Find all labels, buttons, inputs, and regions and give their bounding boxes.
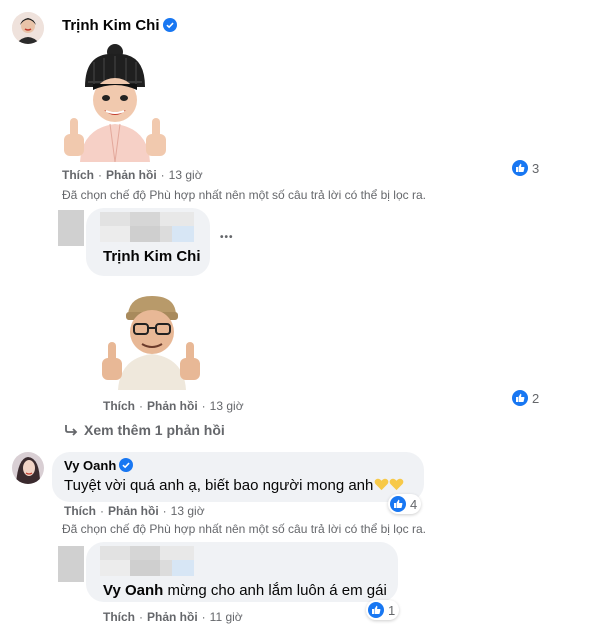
reply-button[interactable]: Phản hồi (147, 399, 198, 413)
blurred-name (100, 546, 194, 576)
like-button[interactable]: Thích (103, 399, 135, 413)
reaction-count[interactable]: 3 (512, 160, 539, 176)
filter-note: Đã chọn chế độ Phù hợp nhất nên một số c… (62, 188, 426, 202)
reply-button[interactable]: Phản hồi (106, 168, 157, 182)
reaction-count[interactable]: 2 (512, 390, 539, 406)
timestamp[interactable]: 11 giờ (210, 610, 243, 624)
like-button[interactable]: Thích (103, 610, 135, 624)
like-button[interactable]: Thích (64, 504, 96, 518)
reply-button[interactable]: Phản hồi (108, 504, 159, 518)
filter-note: Đã chọn chế độ Phù hợp nhất nên một số c… (62, 522, 426, 536)
timestamp[interactable]: 13 giờ (169, 168, 203, 182)
mention-link[interactable]: Vy Oanh (103, 582, 163, 599)
reply-author[interactable]: Trịnh Kim Chi (103, 248, 201, 265)
sticker-image (100, 292, 200, 390)
blurred-name (100, 212, 194, 242)
like-reaction-icon (390, 496, 406, 512)
blurred-avatar (58, 546, 84, 582)
yellow-heart-icon (389, 478, 404, 491)
reaction-count[interactable]: 4 (388, 494, 422, 514)
like-reaction-icon (512, 160, 528, 176)
reply-actions: Thích · Phản hồi · 13 giờ (103, 399, 244, 413)
comment-actions: Thích · Phản hồi · 13 giờ (64, 504, 205, 518)
reply-arrow-icon (65, 425, 78, 436)
comment-author[interactable]: Trịnh Kim Chi (62, 17, 177, 34)
timestamp[interactable]: 13 giờ (210, 399, 244, 413)
timestamp[interactable]: 13 giờ (171, 504, 205, 518)
verified-icon (119, 458, 134, 472)
comment-author[interactable]: Vy Oanh (64, 458, 134, 473)
comment-actions: Thích · Phản hồi · 13 giờ (62, 168, 203, 182)
avatar[interactable] (12, 12, 44, 44)
reply-text: Vy Oanh mừng cho anh lắm luôn á em gái (103, 582, 387, 599)
like-reaction-icon (368, 602, 384, 618)
more-options-icon[interactable]: ••• (220, 232, 234, 243)
sticker-image (60, 42, 170, 163)
verified-icon (162, 18, 177, 32)
reply-button[interactable]: Phản hồi (147, 610, 198, 624)
yellow-heart-icon (374, 478, 389, 491)
see-more-replies-link[interactable]: Xem thêm 1 phản hồi (64, 422, 225, 438)
like-button[interactable]: Thích (62, 168, 94, 182)
reply-actions: Thích · Phản hồi · 11 giờ (103, 610, 243, 624)
like-reaction-icon (512, 390, 528, 406)
reaction-count[interactable]: 1 (366, 600, 400, 620)
blurred-avatar (58, 210, 84, 246)
avatar[interactable] (12, 452, 44, 484)
comment-text: Tuyệt vời quá anh ạ, biết bao người mong… (64, 477, 404, 494)
